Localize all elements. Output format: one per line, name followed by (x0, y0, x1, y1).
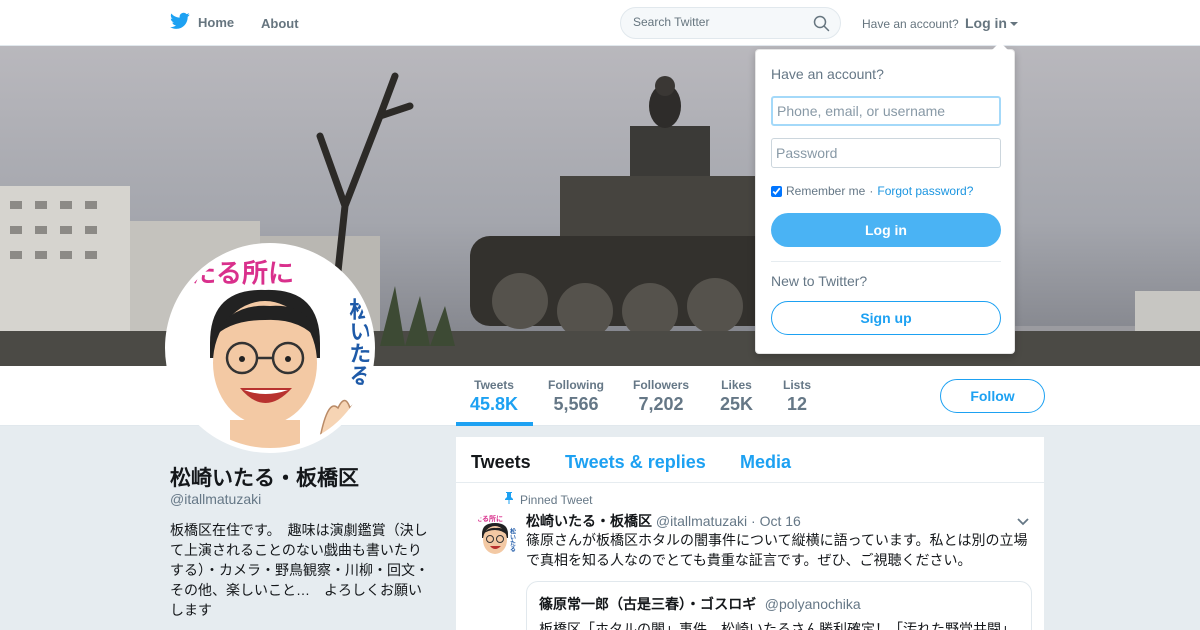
stat-followers[interactable]: Followers 7,202 (633, 378, 689, 415)
dropdown-divider (771, 261, 1001, 262)
search-input[interactable] (633, 15, 813, 29)
stat-value: 45.8K (470, 394, 519, 414)
profile-name[interactable]: 松崎いたる・板橋区 (170, 462, 359, 492)
search-box (620, 7, 841, 39)
tweet-header: 松崎いたる・板橋区 @itallmatuzaki · Oct 16 (526, 511, 801, 531)
login-dropdown-title: Have an account? (771, 66, 884, 82)
remember-me-checkbox[interactable] (771, 185, 782, 197)
nav-about-link[interactable]: About (261, 16, 299, 31)
forgot-password-link[interactable]: Forgot password? (877, 184, 973, 198)
password-field[interactable] (771, 138, 1001, 168)
stat-label: Lists (783, 378, 812, 392)
search-icon[interactable] (813, 15, 830, 37)
active-stat-indicator (456, 422, 533, 426)
profile-handle[interactable]: @itallmatuzaki (170, 491, 261, 507)
tab-media[interactable]: Media (740, 452, 791, 473)
tab-tweets-and-replies[interactable]: Tweets & replies (565, 452, 706, 473)
tweet-separator: · (751, 513, 756, 529)
stat-following[interactable]: Following 5,566 (548, 378, 604, 415)
profile-avatar[interactable]: たる所に 松いたる (165, 243, 375, 453)
follow-button[interactable]: Follow (940, 379, 1045, 413)
stat-tweets[interactable]: Tweets 45.8K (470, 378, 518, 415)
avatar-text-side: 松いたる (346, 298, 371, 386)
stat-likes[interactable]: Likes 25K (720, 378, 753, 415)
profile-bio: 板橋区在住です。 趣味は演劇鑑賞（決して上演されることのない戯曲も書いたりする）… (170, 522, 429, 618)
tweet-author-avatar[interactable]: たる所に 松いたる (472, 512, 520, 560)
tweet-text: 篠原さんが板橋区ホタルの闇事件について縦横に語っています。私とは別の立場で真相を… (526, 532, 1028, 568)
signup-button[interactable]: Sign up (771, 301, 1001, 335)
chevron-down-icon (1010, 22, 1018, 27)
stat-label: Followers (633, 378, 690, 392)
quoted-author-handle: @polyanochika (764, 596, 861, 612)
remember-me-row: Remember me · Forgot password? (771, 184, 973, 198)
timeline-tabs: Tweets Tweets & replies Media (456, 437, 1044, 483)
login-button[interactable]: Log in (771, 213, 1001, 247)
stat-label: Following (548, 378, 604, 392)
stat-label: Likes (721, 378, 752, 392)
nav-home-label: Home (198, 15, 235, 30)
stat-value: 5,566 (553, 394, 599, 414)
pinned-tweet[interactable]: Pinned Tweet たる所に 松いたる 松崎いたる・板橋区 @itallm… (456, 484, 1044, 630)
dropdown-arrow (992, 42, 1008, 50)
tweet-author-name[interactable]: 松崎いたる・板橋区 (526, 513, 652, 529)
pin-icon (504, 492, 514, 507)
top-navigation-bar: Home About Have an account? Log in (0, 0, 1200, 46)
stat-value: 7,202 (638, 394, 684, 414)
stat-value: 25K (720, 394, 754, 414)
tweet-avatar-text: たる所に (475, 514, 503, 523)
have-account-text: Have an account? (862, 17, 959, 31)
new-to-twitter-text: New to Twitter? (771, 273, 868, 289)
tweet-avatar-side-text: 松いたる (509, 527, 516, 553)
timeline: Tweets Tweets & replies Media Pinned Twe… (456, 437, 1044, 630)
stat-label: Tweets (474, 378, 514, 392)
stat-value: 12 (786, 394, 808, 414)
quoted-author-name: 篠原常一郎（古是三春）・ゴスロギ (539, 596, 757, 612)
quoted-tweet[interactable]: 篠原常一郎（古是三春）・ゴスロギ @polyanochika 板橋区「ホタルの闇… (526, 581, 1032, 630)
tweet-author-handle[interactable]: @itallmatuzaki (656, 513, 747, 529)
login-dropdown: Have an account? Remember me · Forgot pa… (755, 42, 1015, 354)
login-link-label: Log in (965, 15, 1007, 31)
tweet-timestamp[interactable]: Oct 16 (760, 513, 801, 529)
twitter-bird-icon (170, 12, 190, 33)
nav-home-link[interactable]: Home (170, 12, 234, 33)
pinned-label: Pinned Tweet (520, 492, 593, 507)
pinned-indicator: Pinned Tweet (504, 492, 593, 507)
stat-lists[interactable]: Lists 12 (783, 378, 811, 415)
quoted-tweet-text: 板橋区「ホタルの闇」事件、松崎いたるさん勝利確定！「汚れた野党共闘」 (539, 621, 1015, 630)
remember-me-label[interactable]: Remember me (786, 184, 865, 198)
remember-separator: · (869, 184, 874, 198)
tab-tweets[interactable]: Tweets (471, 452, 531, 473)
avatar-text-top: たる所に (190, 259, 294, 289)
login-dropdown-toggle[interactable]: Log in (965, 15, 1018, 31)
username-field[interactable] (771, 96, 1001, 126)
